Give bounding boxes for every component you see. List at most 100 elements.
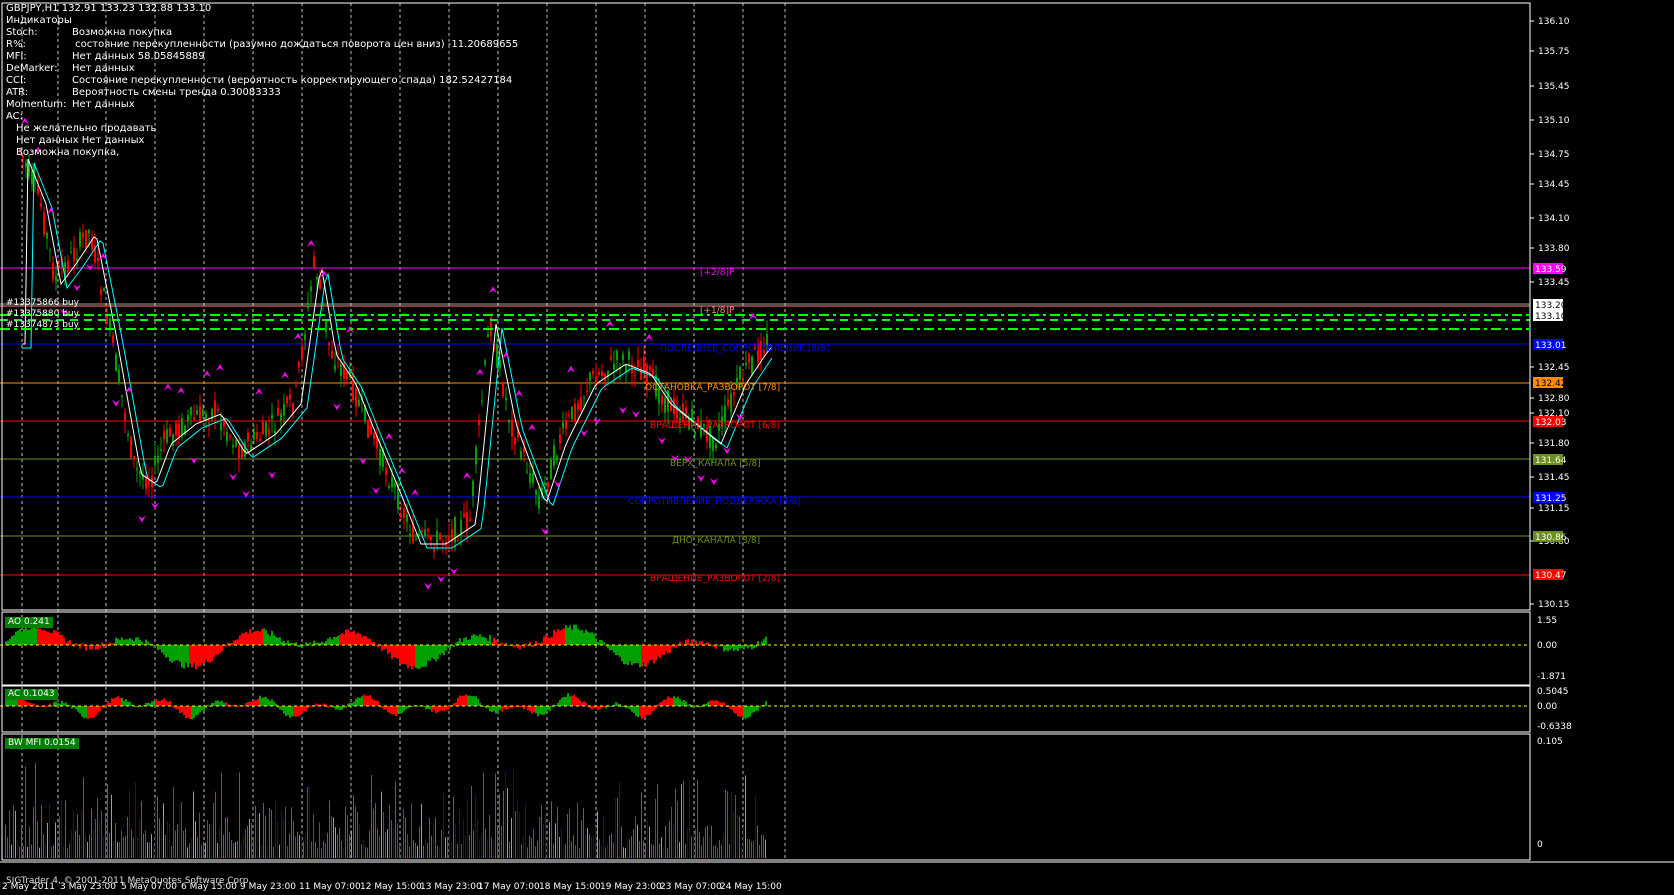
bw-mfi-bar [211, 824, 212, 858]
indicator-name: Stoch: [6, 27, 38, 38]
candle-body [121, 394, 123, 397]
ao-bar [91, 645, 93, 650]
candle-body [622, 354, 624, 361]
bw-mfi-bar [731, 791, 732, 858]
ao-bar [487, 640, 489, 645]
bw-mfi-bar [555, 823, 556, 858]
ac-bar [653, 706, 655, 711]
candle-body [484, 360, 486, 365]
ao-bar [475, 635, 477, 645]
ao-bar [207, 645, 209, 663]
price-tick-label: 130.15 [1538, 600, 1570, 610]
ac-bar [549, 706, 551, 712]
candle-body [157, 455, 159, 463]
fractal-arrow-icon [606, 320, 614, 328]
ac-bar [125, 699, 127, 706]
bw-mfi-bar [457, 843, 458, 858]
bw-mfi-bar [167, 822, 168, 858]
ao-bar [135, 637, 137, 645]
bw-mfi-bar [151, 834, 152, 858]
ac-bar [573, 694, 575, 706]
ao-bar [255, 631, 257, 645]
bw-mfi-bar [267, 845, 268, 858]
bw-mfi-bar [105, 816, 106, 858]
ac-bar [187, 706, 189, 718]
ac-bar [465, 694, 467, 706]
bw-mfi-bar [679, 842, 680, 858]
order-label[interactable]: #13375880 buy [6, 309, 79, 320]
ac-bar [147, 702, 149, 706]
candle-body [568, 415, 570, 417]
ao-bar [137, 637, 139, 645]
candle-body [307, 302, 309, 309]
candle-body [505, 397, 507, 401]
ao-bar [753, 645, 755, 649]
bw-mfi-bar [647, 820, 648, 858]
ac-bar [639, 706, 641, 717]
candle-body [685, 407, 687, 419]
ac-bar [305, 706, 307, 712]
ac-bar [387, 706, 389, 713]
order-label[interactable]: #13375866 buy [6, 298, 79, 309]
fractal-arrow-icon [333, 403, 341, 411]
candle-body [400, 513, 402, 518]
ao-bar [161, 645, 163, 653]
ao-bar [435, 645, 437, 662]
ao-bar [199, 645, 201, 667]
bw-mfi-bar [517, 800, 518, 858]
ao-bar [29, 629, 31, 645]
ac-bar [431, 706, 433, 712]
ao-bar [429, 645, 431, 661]
ac-bar [441, 706, 443, 711]
bw-mfi-bar [355, 806, 356, 858]
bw-mfi-bar [627, 843, 628, 858]
candle-body [193, 417, 195, 420]
ao-bar [339, 634, 341, 645]
ao-bar [131, 639, 133, 645]
ac-bar [661, 701, 663, 706]
candle-body [637, 360, 639, 368]
indicator-note: Возможна покупка, [16, 147, 120, 158]
candle-body [346, 371, 348, 379]
time-axis-label: 13 May 23:00 [420, 882, 482, 892]
candle-body [205, 413, 207, 420]
order-label[interactable]: #13374873 buy [6, 320, 79, 331]
ao-bar [525, 643, 527, 645]
bw-mfi-bar [281, 810, 282, 858]
bw-mfi-bar [765, 839, 766, 858]
bw-mfi-bar [521, 844, 522, 858]
ac-bar [117, 696, 119, 706]
fractal-arrow-icon [216, 364, 224, 372]
ao-bar [245, 631, 247, 645]
bw-mfi-bar [193, 791, 194, 858]
ac-bar [423, 705, 425, 707]
candle-body [598, 371, 600, 376]
ao-bar [537, 643, 539, 645]
bw-mfi-bar [523, 835, 524, 858]
candle-body [202, 409, 204, 416]
ao-bar [581, 629, 583, 645]
time-axis-label: 3 May 23:00 [60, 882, 116, 892]
bw-mfi-bar [219, 827, 220, 858]
ao-bar [627, 645, 629, 665]
bw-mfi-bar [581, 820, 582, 858]
bw-mfi-bar [393, 827, 394, 858]
candle-body [166, 429, 168, 443]
bw-mfi-bar [609, 835, 610, 858]
bw-mfi-bar [23, 846, 24, 858]
candle-body [25, 162, 27, 168]
ao-bar [501, 642, 503, 645]
candle-body [742, 377, 744, 381]
candle-body [475, 447, 477, 465]
ac-bar [467, 695, 469, 706]
ac-bar [367, 695, 369, 706]
bw-mfi-bar [495, 773, 496, 858]
candle-body [169, 428, 171, 437]
ao-bar [383, 645, 385, 650]
candle-body [640, 367, 642, 380]
ao-bar [327, 638, 329, 645]
ac-bar [281, 706, 283, 711]
bw-mfi-bar [653, 844, 654, 858]
ao-bar [263, 628, 265, 645]
bw-mfi-bar [539, 816, 540, 858]
